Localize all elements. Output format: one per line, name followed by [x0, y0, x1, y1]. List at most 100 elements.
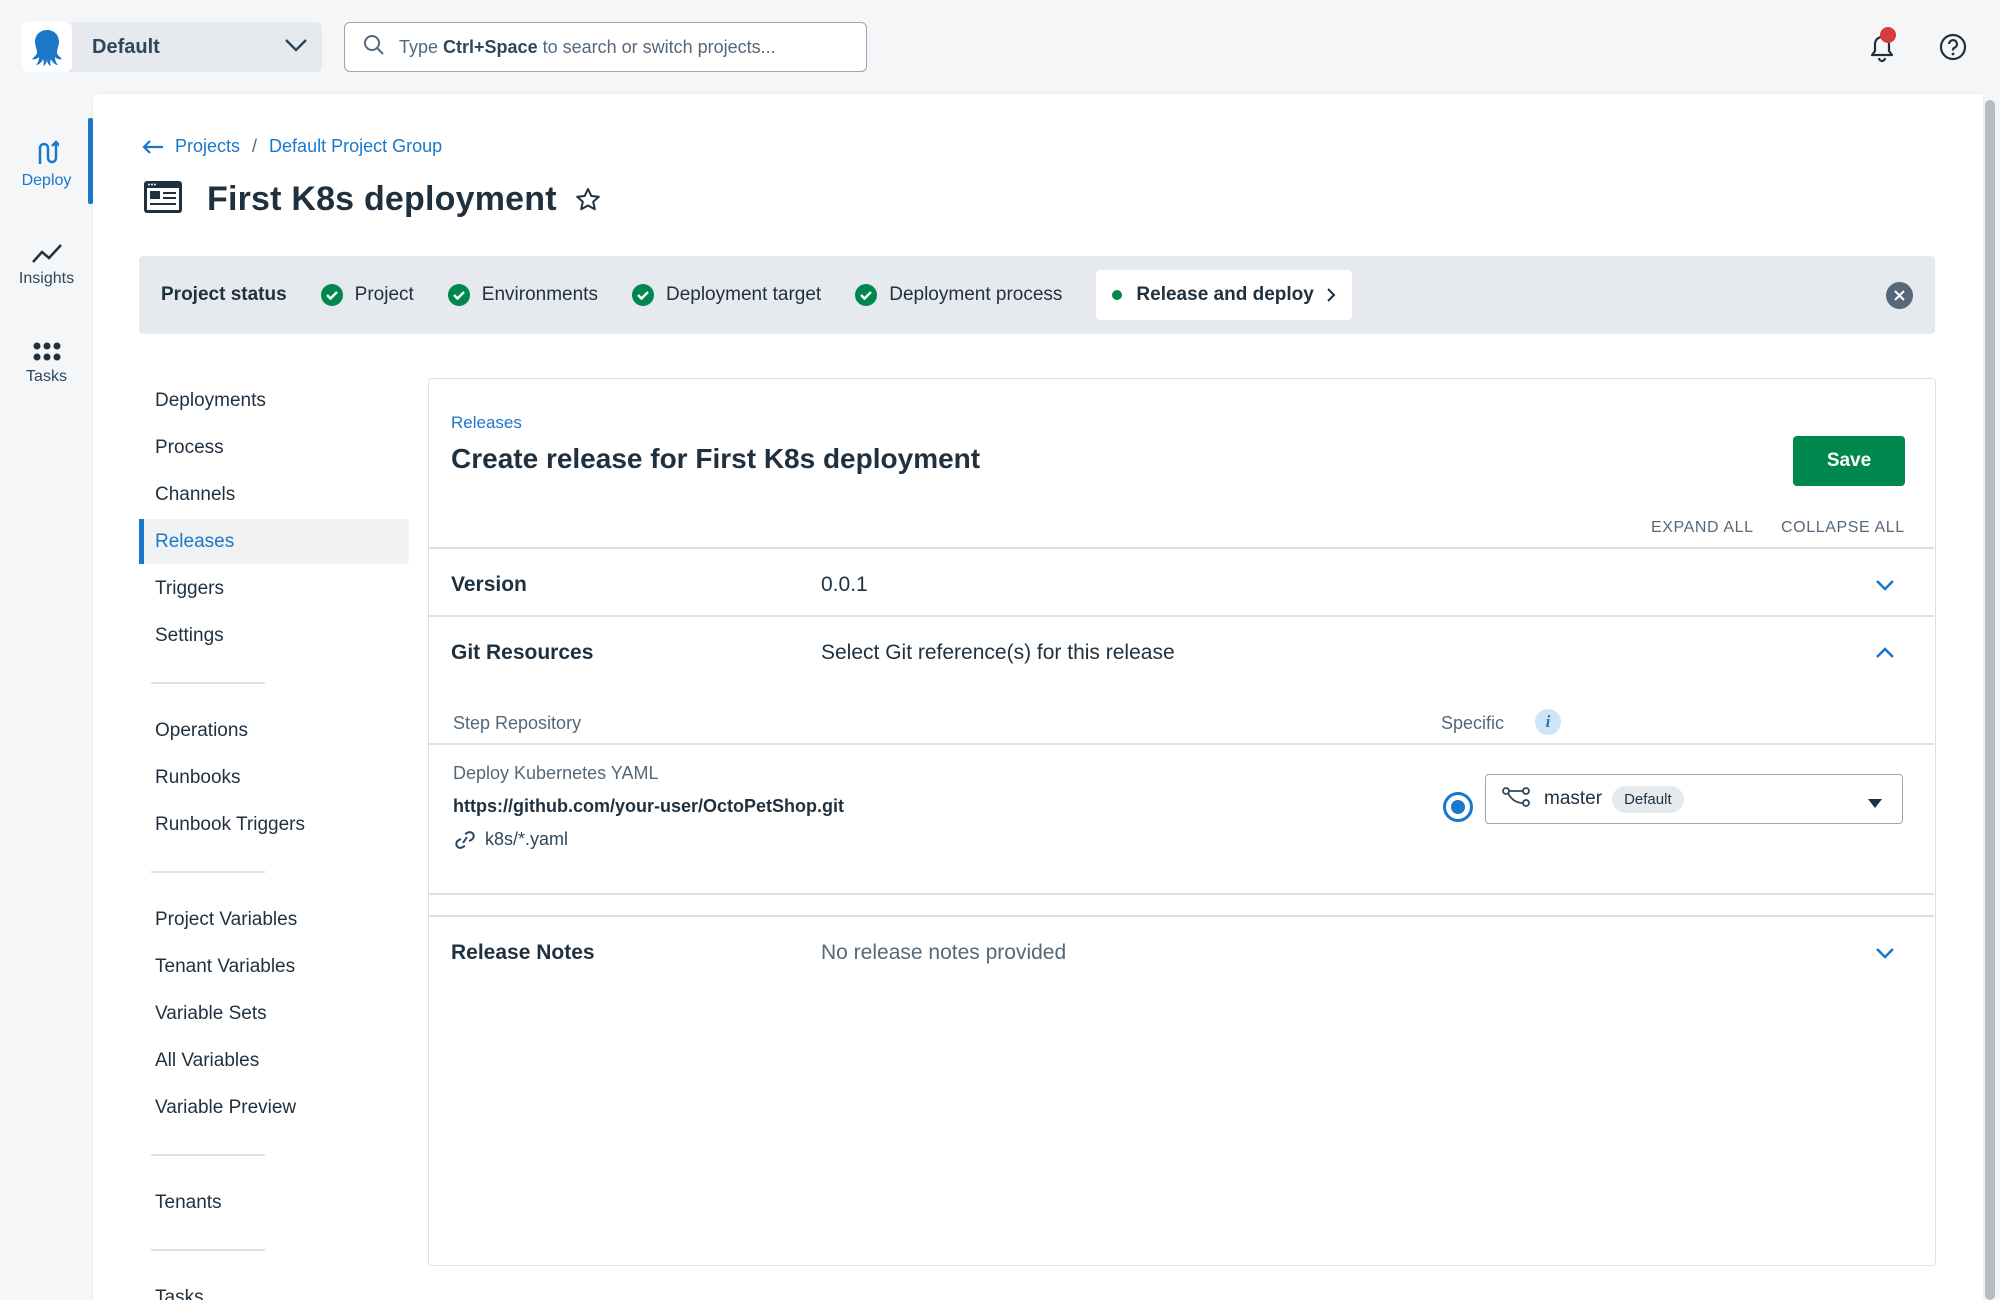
chevron-down-icon[interactable] — [1875, 579, 1895, 591]
git-ref-select[interactable]: master Default — [1485, 774, 1903, 824]
help-icon[interactable] — [1938, 32, 1968, 67]
search-icon — [363, 34, 385, 61]
status-step-label: Deployment process — [889, 284, 1063, 305]
save-button[interactable]: Save — [1793, 436, 1905, 486]
col-step-repository: Step Repository — [453, 713, 582, 733]
status-current-label: Release and deploy — [1136, 284, 1314, 305]
top-bar: Default Type Ctrl+Space to search or swi… — [0, 0, 2000, 94]
default-badge: Default — [1612, 785, 1684, 813]
subnav-item-project-variables[interactable]: Project Variables — [139, 897, 409, 942]
tasks-icon — [33, 330, 61, 362]
left-nav: Deploy Insights Tasks — [0, 94, 93, 1300]
status-label: Project status — [161, 284, 287, 305]
git-resources-value: Select Git reference(s) for this release — [821, 641, 1175, 664]
main-panel: Projects / Default Project Group First K… — [93, 94, 1983, 1300]
subnav-item-runbooks[interactable]: Runbooks — [139, 755, 409, 800]
subnav-item-variable-sets[interactable]: Variable Sets — [139, 991, 409, 1036]
check-circle-icon — [320, 284, 343, 306]
search-input[interactable]: Type Ctrl+Space to search or switch proj… — [344, 22, 867, 72]
link-icon — [453, 830, 477, 849]
subnav-item-tasks[interactable]: Tasks — [139, 1275, 409, 1300]
space-switcher[interactable]: Default — [22, 22, 322, 72]
scrollbar[interactable] — [1985, 100, 1995, 1300]
subnav-item-releases[interactable]: Releases — [139, 519, 409, 564]
branch-name: master — [1544, 788, 1603, 809]
notification-badge — [1880, 27, 1896, 43]
repo-step-name: Deploy Kubernetes YAML — [453, 763, 659, 783]
row-divider — [429, 743, 1934, 745]
project-sub-nav: Deployments Process Channels Releases Tr… — [139, 378, 409, 1300]
nav-item-tasks[interactable]: Tasks — [0, 330, 93, 386]
version-label: Version — [451, 573, 527, 596]
breadcrumb-separator: / — [252, 136, 258, 156]
subnav-divider — [151, 682, 265, 684]
row-divider — [429, 615, 1934, 617]
page-title: First K8s deployment — [207, 180, 557, 218]
subnav-item-process[interactable]: Process — [139, 425, 409, 470]
subnav-item-operations[interactable]: Operations — [139, 708, 409, 753]
status-step-deployment-target[interactable]: Deployment target — [631, 284, 822, 306]
subnav-item-triggers[interactable]: Triggers — [139, 566, 409, 611]
subnav-divider — [151, 1249, 265, 1251]
card-breadcrumb-releases[interactable]: Releases — [451, 413, 522, 433]
title-row: First K8s deployment — [143, 180, 601, 219]
git-resources-label: Git Resources — [451, 641, 594, 664]
status-step-project[interactable]: Project — [320, 284, 414, 306]
breadcrumb: Projects / Default Project Group — [141, 136, 442, 157]
git-branch-icon — [1502, 786, 1530, 813]
subnav-item-all-variables[interactable]: All Variables — [139, 1038, 409, 1083]
check-circle-icon — [447, 284, 470, 306]
check-circle-icon — [631, 284, 654, 306]
breadcrumb-projects-link[interactable]: Projects — [175, 136, 240, 157]
nav-label: Insights — [18, 270, 75, 287]
subnav-item-channels[interactable]: Channels — [139, 472, 409, 517]
subnav-item-runbook-triggers[interactable]: Runbook Triggers — [139, 802, 409, 847]
space-name: Default — [92, 35, 160, 58]
favorite-star-icon[interactable] — [575, 187, 601, 213]
check-circle-icon — [855, 284, 878, 306]
repo-path-text: k8s/*.yaml — [485, 829, 569, 849]
status-step-label: Deployment target — [665, 284, 822, 305]
chevron-down-icon[interactable] — [1875, 947, 1895, 959]
release-notes-label: Release Notes — [451, 941, 595, 964]
nav-label: Deploy — [21, 172, 72, 189]
card-title: Create release for First K8s deployment — [451, 443, 981, 474]
status-step-label: Environments — [481, 284, 598, 305]
chevron-right-icon — [1326, 287, 1336, 303]
arrow-left-icon[interactable] — [141, 139, 165, 155]
project-status-bar: Project status Project Environments Depl… — [139, 256, 1935, 334]
subnav-item-settings[interactable]: Settings — [139, 613, 409, 658]
radio-selected-dot — [1451, 800, 1465, 814]
chevron-down-icon — [284, 38, 308, 57]
nav-item-deploy[interactable]: Deploy — [0, 134, 93, 190]
expand-all-button[interactable]: EXPAND ALL — [1651, 519, 1754, 537]
close-icon[interactable] — [1886, 282, 1913, 309]
repo-path: k8s/*.yaml — [453, 829, 568, 850]
status-step-deployment-process[interactable]: Deployment process — [855, 284, 1062, 306]
chevron-up-icon[interactable] — [1875, 647, 1895, 659]
row-divider — [429, 915, 1934, 917]
repo-url: https://github.com/your-user/OctoPetShop… — [453, 796, 844, 816]
specific-radio[interactable] — [1443, 792, 1473, 822]
search-placeholder: Type Ctrl+Space to search or switch proj… — [399, 36, 776, 57]
current-step-dot — [1112, 290, 1123, 300]
release-notes-value: No release notes provided — [821, 941, 1067, 964]
collapse-all-button[interactable]: COLLAPSE ALL — [1781, 519, 1905, 537]
octopus-logo-icon — [22, 22, 72, 72]
row-divider — [429, 547, 1934, 549]
subnav-item-deployments[interactable]: Deployments — [139, 378, 409, 423]
breadcrumb-group-link[interactable]: Default Project Group — [269, 136, 442, 157]
subnav-item-variable-preview[interactable]: Variable Preview — [139, 1085, 409, 1130]
status-step-label: Project — [354, 284, 414, 305]
status-step-release-and-deploy[interactable]: Release and deploy — [1096, 270, 1352, 320]
status-step-environments[interactable]: Environments — [447, 284, 598, 306]
subnav-divider — [151, 871, 265, 873]
nav-item-insights[interactable]: Insights — [0, 232, 93, 288]
project-logo-icon — [143, 180, 183, 219]
insights-icon — [31, 232, 63, 264]
create-release-card: Releases Create release for First K8s de… — [428, 378, 1936, 1266]
subnav-item-tenants[interactable]: Tenants — [139, 1180, 409, 1225]
version-value: 0.0.1 — [821, 573, 868, 596]
info-icon[interactable]: i — [1535, 709, 1561, 735]
subnav-item-tenant-variables[interactable]: Tenant Variables — [139, 944, 409, 989]
